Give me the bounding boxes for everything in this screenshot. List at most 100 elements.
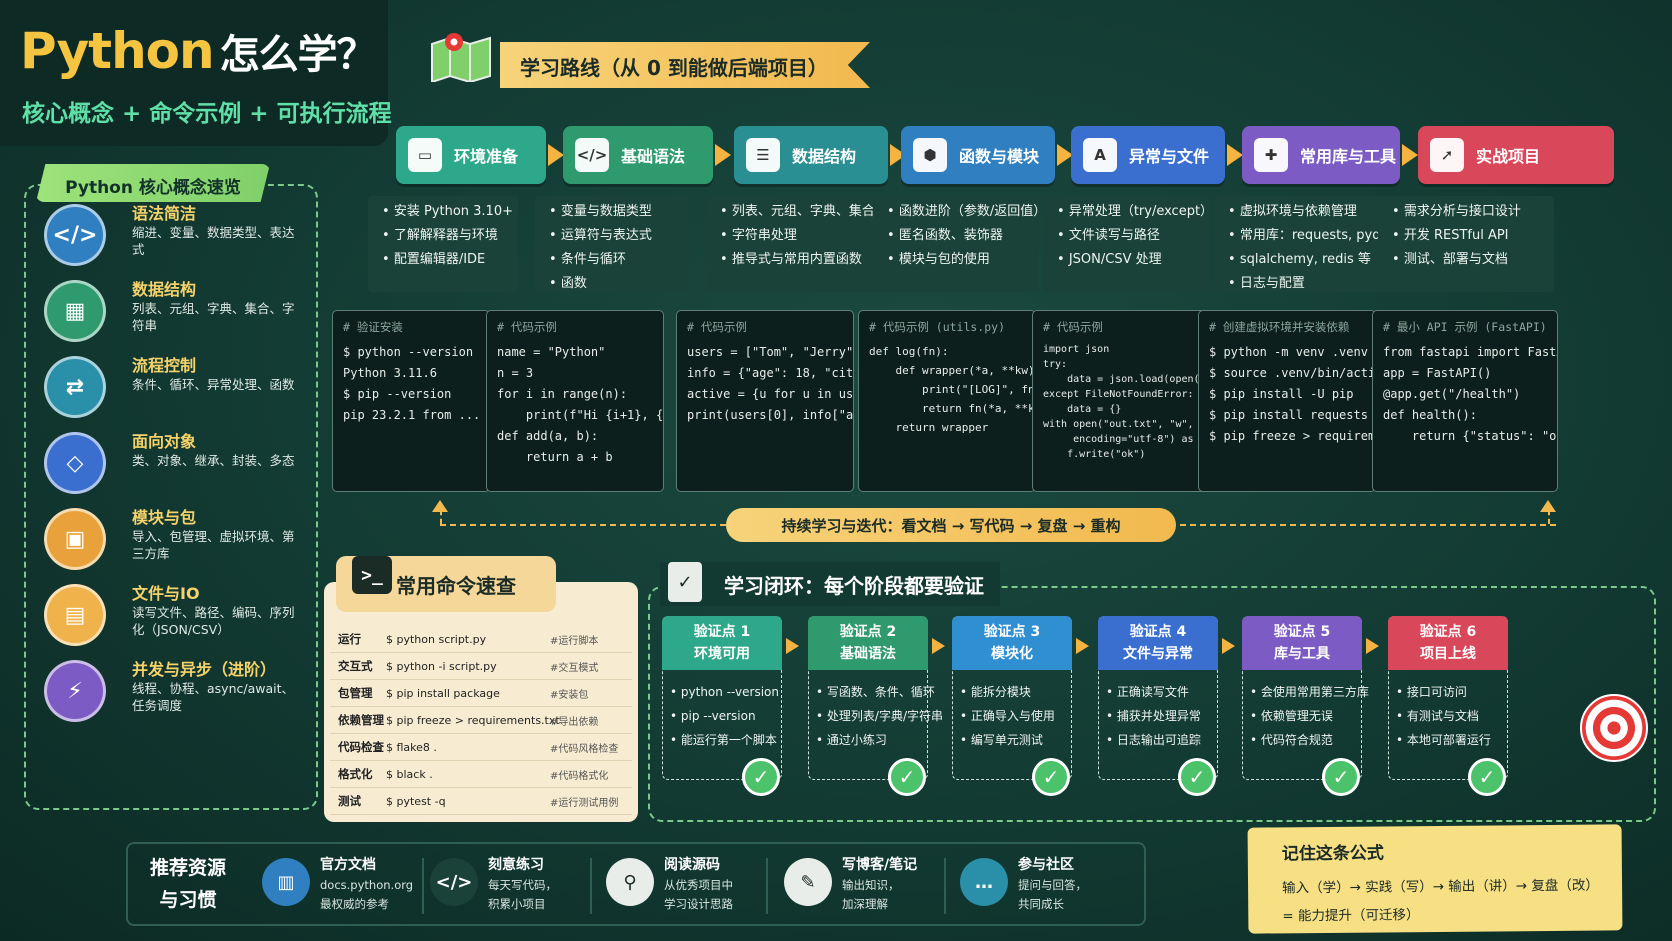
verify-item-text: 捕获并处理异常	[1116, 709, 1201, 723]
verify-item-text: 日志输出可追踪	[1116, 733, 1201, 747]
code-card: # 代码示例 (utils.py) def log(fn): def wrappe…	[858, 310, 1036, 492]
stage-label: 异常与文件	[1129, 147, 1210, 166]
code-card: # 代码示例 users = ["Tom", "Jerry"] info = {"a…	[676, 310, 854, 492]
command-name: 格式化	[338, 767, 373, 781]
code-comment: # 创建虚拟环境并安装依赖	[1209, 320, 1350, 334]
verify-header: 验证点 3 模块化	[952, 616, 1072, 670]
stage-bullets: • 异常处理（try/except） • 文件读写与路径 • JSON/CSV 处理	[1043, 196, 1213, 292]
stage-4[interactable]: ⬢ 函数与模块	[901, 126, 1055, 184]
verify-point: 验证点 3	[983, 624, 1041, 640]
bullet-text: 列表、元组、字典、集合	[731, 204, 875, 219]
verify-item: • python --version	[670, 685, 779, 699]
resource-item[interactable]: </> 刻意练习 每天写代码， 积累小项目	[430, 852, 600, 916]
command-name: 代码检查	[338, 740, 384, 754]
verify-header: 验证点 1 环境可用	[662, 616, 782, 670]
document-icon: A	[1083, 138, 1117, 172]
concept-item: ⇄ 流程控制 条件、循环、异常处理、函数	[44, 352, 314, 428]
command-row: 测试 $ pytest -q #运行测试用例	[330, 788, 632, 815]
code-line: from fastapi import FastAPI	[1383, 345, 1557, 359]
code-card: # 代码示例 name = "Python" n = 3 for i in range…	[486, 310, 664, 492]
bullet-item: • 了解解释器与环境	[382, 228, 498, 243]
command-text: $ pytest -q	[386, 794, 446, 808]
check-icon: ✓	[888, 758, 926, 796]
resource-desc-line: 加深理解	[842, 897, 888, 911]
verify-list: • 正确读写文件 • 捕获并处理异常 • 日志输出可追踪	[1106, 680, 1236, 752]
bullet-text: 文件读写与路径	[1068, 228, 1160, 243]
check-icon: ✓	[1032, 758, 1070, 796]
check-icon: ✓	[1468, 758, 1506, 796]
code-line: $ pip freeze > requirements.txt	[1209, 429, 1376, 443]
stage-arrow	[1402, 144, 1418, 166]
stage-3[interactable]: ☰ 数据结构	[734, 126, 888, 184]
magnifier-icon: ⚲	[606, 858, 654, 906]
command-row: 格式化 $ black . #代码格式化	[330, 761, 632, 788]
resource-item[interactable]: ▥ 官方文档 docs.python.org 最权威的参考	[262, 852, 432, 916]
bullet-item: • 测试、部署与文档	[1392, 252, 1508, 267]
resource-separator	[590, 858, 592, 914]
verify-subtitle: 项目上线	[1420, 646, 1476, 662]
code-line: except FileNotFoundError:	[1043, 389, 1194, 400]
stage-7[interactable]: ➚ 实战项目	[1418, 126, 1614, 184]
bullet-item: • 需求分析与接口设计	[1392, 204, 1521, 219]
resource-desc-line: 积累小项目	[488, 897, 546, 911]
box-icon: ⬢	[913, 138, 947, 172]
resource-item[interactable]: ✎ 写博客/笔记 输出知识， 加深理解	[784, 852, 954, 916]
code-icon: </>	[575, 138, 609, 172]
book-icon: ▥	[262, 858, 310, 906]
stage-bullets: • 安装 Python 3.10+ • 了解解释器与环境 • 配置编辑器/IDE	[368, 196, 518, 292]
code-line: pip 23.2.1 from ...	[343, 408, 481, 422]
bullet-item: • 匿名函数、装饰器	[887, 228, 1003, 243]
verify-item: • 能运行第一个脚本	[670, 733, 777, 747]
code-line: def wrapper(*a, **kw):	[869, 364, 1036, 377]
formula-line-2: = 能力提升（可迁移）	[1282, 907, 1420, 925]
bullet-item: • 字符串处理	[720, 228, 797, 243]
stage-bullets: • 变量与数据类型 • 运算符与表达式 • 条件与循环 • 函数	[535, 196, 689, 292]
code-line: return a + b	[497, 450, 613, 464]
resource-item[interactable]: ⚲ 阅读源码 从优秀项目中 学习设计思路	[606, 852, 776, 916]
stage-2[interactable]: </> 基础语法	[563, 126, 713, 184]
resources-title: 推荐资源与习惯	[149, 857, 226, 911]
resource-separator	[944, 858, 946, 914]
code-comment: # 代码示例	[687, 320, 747, 334]
resource-separator	[422, 858, 424, 914]
concept-title: 文件与IO	[132, 584, 200, 603]
stage-1[interactable]: ▭ 环境准备	[396, 126, 546, 184]
code-line: app = FastAPI()	[1383, 366, 1492, 380]
code-line: try:	[1043, 359, 1068, 370]
bullet-item: • 变量与数据类型	[549, 204, 652, 219]
verify-item: • pip --version	[670, 709, 756, 723]
bullet-text: 字符串处理	[731, 228, 797, 243]
code-line: $ source .venv/bin/activate	[1209, 366, 1375, 380]
verify-header: 验证点 5 库与工具	[1242, 616, 1362, 670]
code-line: with open("out.txt", "w",	[1043, 419, 1194, 430]
bullet-text: 了解解释器与环境	[393, 228, 498, 243]
verify-item: • 捕获并处理异常	[1106, 709, 1201, 723]
resource-desc-line: docs.python.org	[320, 878, 414, 892]
concept-title: 面向对象	[132, 432, 197, 451]
resource-item[interactable]: … 参与社区 提问与回答， 共同成长	[960, 852, 1130, 916]
bullet-text: 推导式与常用内置函数	[731, 252, 862, 267]
verify-arrow	[1222, 638, 1235, 654]
code-comment: # 最小 API 示例 (FastAPI)	[1383, 320, 1547, 334]
notepad-icon: ✎	[784, 858, 832, 906]
verify-point: 验证点 6	[1419, 624, 1477, 640]
resource-desc: docs.python.org 最权威的参考	[320, 876, 413, 914]
verify-item: • 本地可部署运行	[1396, 733, 1491, 747]
verify-item: • 处理列表/字典/字符串	[816, 709, 943, 723]
bullet-item: • 文件读写与路径	[1057, 228, 1160, 243]
concept-title: 流程控制	[132, 356, 197, 375]
stage-label: 数据结构	[792, 147, 857, 166]
verify-list: • 会使用常用第三方库 • 依赖管理无误 • 代码符合规范	[1250, 680, 1380, 752]
code-line: name = "Python"	[497, 345, 606, 359]
bullet-item: • 虚拟环境与依赖管理	[1228, 204, 1357, 219]
loop-line-right-v	[1548, 510, 1550, 524]
code-line: @app.get("/health")	[1383, 387, 1521, 401]
stage-6[interactable]: ✚ 常用库与工具	[1242, 126, 1400, 184]
verify-item-text: 处理列表/字典/字符串	[826, 709, 943, 723]
code-comment: # 验证安装	[343, 320, 403, 334]
stage-label: 实战项目	[1476, 147, 1541, 166]
concept-title: 语法简洁	[132, 204, 197, 223]
concept-item: ▣ 模块与包 导入、包管理、虚拟环境、第三方库	[44, 504, 314, 580]
stage-5[interactable]: A 异常与文件	[1071, 126, 1225, 184]
grid-icon: ▦	[44, 280, 106, 342]
